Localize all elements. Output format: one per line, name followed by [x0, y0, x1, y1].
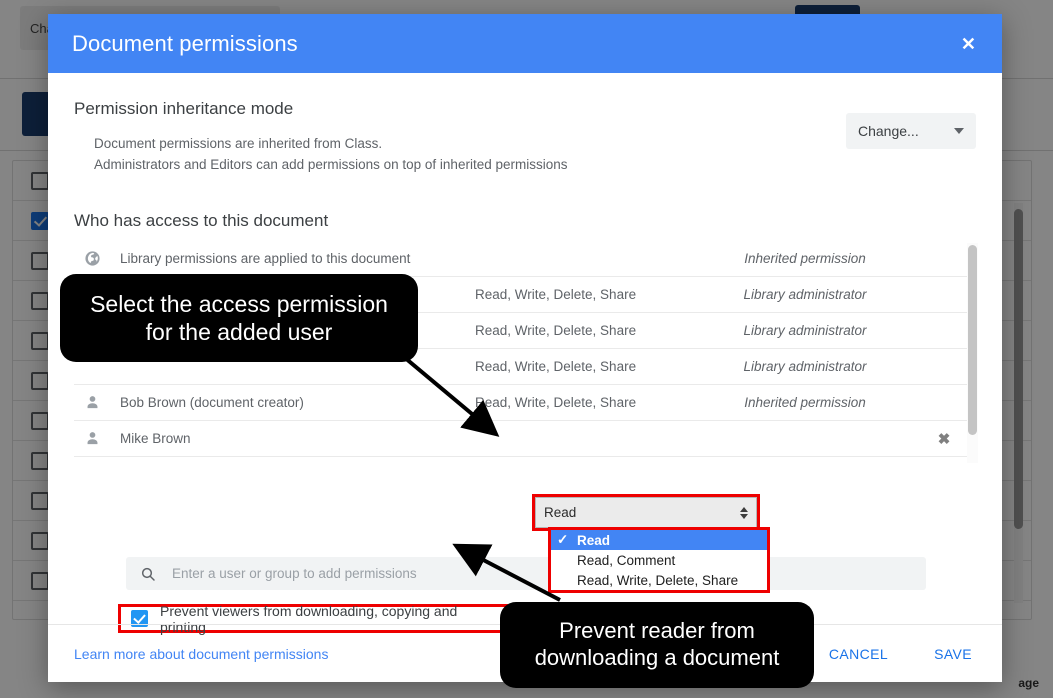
row-source: Library administrator: [743, 359, 867, 374]
row-permission: Read, Write, Delete, Share: [475, 323, 637, 338]
inheritance-line-1: Document permissions are inherited from …: [94, 136, 383, 151]
callout-prevent-download: Prevent reader from downloading a docume…: [500, 602, 814, 688]
add-permission-search-box[interactable]: [126, 557, 926, 590]
table-row[interactable]: Bob Brown (document creator) Read, Write…: [74, 385, 978, 421]
permission-select[interactable]: Read: [535, 497, 757, 528]
row-permission: Read, Write, Delete, Share: [475, 395, 637, 410]
row-source: Library administrator: [743, 287, 867, 302]
callout-select-permission: Select the access permission for the add…: [60, 274, 418, 362]
dialog-body: Permission inheritance mode Document per…: [48, 73, 1002, 682]
row-name: Bob Brown (document creator): [120, 395, 304, 410]
permission-dropdown-list[interactable]: ✓ Read Read, Comment Read, Write, Delete…: [548, 527, 770, 593]
table-row[interactable]: Mike Brown ✖: [74, 421, 978, 457]
access-heading: Who has access to this document: [74, 211, 329, 230]
inherited-permission-header: Inherited permission: [744, 251, 866, 266]
stepper-arrows-icon: [740, 506, 748, 519]
dropdown-option-read-write-delete-share[interactable]: Read, Write, Delete, Share: [551, 570, 767, 590]
permission-select-highlight: Read: [532, 494, 760, 531]
change-inheritance-button[interactable]: Change...: [846, 113, 976, 149]
inheritance-heading: Permission inheritance mode: [74, 99, 294, 118]
change-button-label: Change...: [858, 123, 919, 139]
inheritance-line-2: Administrators and Editors can add permi…: [94, 157, 568, 172]
row-permission: Read, Write, Delete, Share: [475, 359, 637, 374]
close-icon[interactable]: ✕: [955, 31, 982, 57]
person-icon: [74, 394, 120, 411]
dropdown-option-label: Read, Write, Delete, Share: [577, 572, 739, 588]
table-scrollbar-thumb[interactable]: [968, 245, 977, 435]
row-name: Mike Brown: [120, 431, 191, 446]
save-button[interactable]: SAVE: [930, 640, 976, 668]
row-source: Inherited permission: [744, 395, 866, 410]
learn-more-link[interactable]: Learn more about document permissions: [74, 646, 328, 662]
chevron-down-icon: [954, 128, 964, 134]
row-source: Library administrator: [743, 323, 867, 338]
inheritance-block: Document permissions are inherited from …: [74, 113, 976, 175]
search-icon: [141, 567, 155, 581]
permission-select-value: Read: [544, 505, 577, 520]
dialog-header: Document permissions ✕: [48, 14, 1002, 73]
dropdown-option-read-comment[interactable]: Read, Comment: [551, 550, 767, 570]
row-permission: Read, Write, Delete, Share: [475, 287, 637, 302]
dropdown-option-label: Read, Comment: [577, 552, 676, 568]
library-note-text: Library permissions are applied to this …: [120, 251, 411, 266]
person-icon: [74, 430, 120, 447]
cancel-button[interactable]: CANCEL: [825, 640, 892, 668]
globe-icon: [74, 250, 120, 267]
dialog-title: Document permissions: [72, 30, 298, 56]
dropdown-option-label: Read: [577, 532, 611, 548]
footer-actions: CANCEL SAVE: [825, 640, 976, 668]
search-input[interactable]: [170, 565, 912, 582]
table-row-library-note: Library permissions are applied to this …: [74, 241, 978, 277]
dropdown-option-read[interactable]: ✓ Read: [551, 530, 767, 550]
check-icon: ✓: [557, 532, 569, 547]
